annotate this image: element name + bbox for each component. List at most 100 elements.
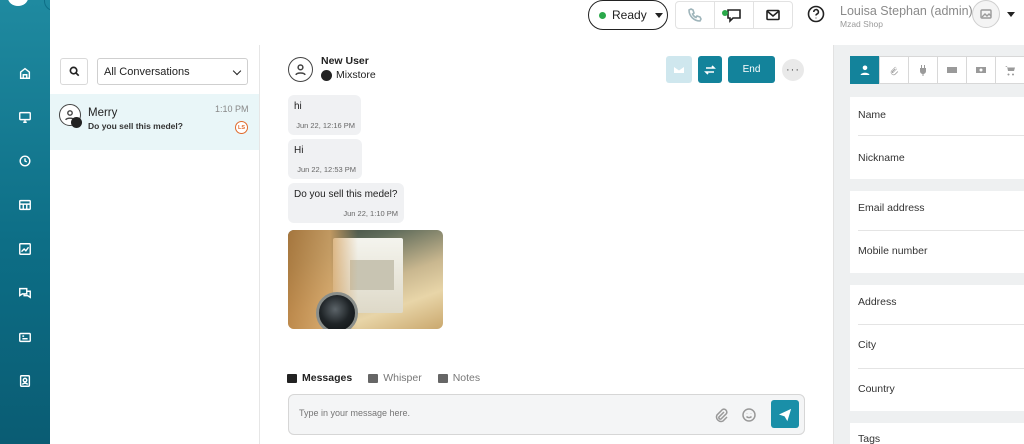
chat-user-avatar — [288, 57, 313, 82]
message-bubble: Hi Jun 22, 12:53 PM — [288, 139, 362, 179]
chat-online-dot — [722, 10, 728, 16]
contact-details-panel: Name Nickname Email address Mobile numbe… — [833, 45, 1024, 444]
tab-billing[interactable] — [937, 56, 967, 84]
cart-icon — [1005, 66, 1015, 76]
help-icon[interactable] — [807, 5, 825, 23]
caret-down-icon — [654, 12, 663, 18]
online-status-dot — [599, 11, 606, 19]
mail-icon — [674, 66, 684, 73]
user-name: Louisa Stephan (admin) — [840, 4, 973, 18]
tab-orders[interactable] — [995, 56, 1024, 84]
message-time: Jun 22, 1:10 PM — [343, 209, 398, 218]
tab-media[interactable] — [966, 56, 996, 84]
user-menu-caret-icon[interactable] — [1007, 12, 1015, 17]
avatar[interactable] — [972, 0, 1000, 28]
details-card-identity: Name Nickname — [850, 97, 1024, 179]
message-bubble: Do you sell this medel? Jun 22, 1:10 PM — [288, 183, 404, 223]
list-item[interactable]: Merry Do you sell this medel? 1:10 PM LS — [50, 94, 259, 150]
messages-icon[interactable] — [0, 278, 50, 308]
status-label: Ready — [612, 8, 647, 22]
end-chat-button[interactable]: End — [728, 56, 775, 83]
conversation-list-panel: All Conversations Merry Do you sell this… — [50, 45, 260, 444]
phone-channel-button[interactable] — [676, 2, 715, 28]
message-input[interactable] — [299, 408, 679, 418]
user-icon — [860, 65, 870, 75]
paperclip-icon[interactable] — [713, 407, 729, 423]
city-field[interactable]: City — [858, 339, 876, 351]
contact-card-icon[interactable] — [0, 366, 50, 396]
details-card-address: Address City Country — [850, 285, 1024, 411]
message-text: Hi — [294, 145, 304, 156]
message-image[interactable] — [288, 230, 443, 329]
send-button[interactable] — [771, 400, 799, 428]
email-channel-button[interactable] — [754, 2, 792, 28]
credit-card-icon — [947, 67, 957, 73]
attachment-icon — [890, 66, 899, 76]
message-preview: Do you sell this medel? — [88, 121, 183, 131]
tab-notes[interactable]: Notes — [437, 372, 480, 384]
app-root: Ready Louisa Stephan (admin) Mzad Shop A… — [0, 0, 1024, 444]
home-icon[interactable] — [0, 58, 50, 88]
agent-badge: LS — [235, 121, 248, 134]
user-shop: Mzad Shop — [840, 19, 883, 29]
chat-panel: New User Mixstore End ··· hi Jun 22, 12:… — [260, 45, 833, 444]
message-text: hi — [294, 101, 302, 112]
monitor-icon[interactable] — [0, 102, 50, 132]
message-time: Jun 22, 12:16 PM — [296, 121, 355, 130]
chat-icon — [287, 373, 297, 383]
contact-name: Merry — [88, 107, 118, 119]
mobile-field[interactable]: Mobile number — [858, 245, 927, 257]
composer-tabs: Messages Whisper Notes — [287, 372, 496, 384]
tab-contact-info[interactable] — [850, 56, 880, 84]
tab-integrations[interactable] — [908, 56, 938, 84]
country-field[interactable]: Country — [858, 383, 895, 395]
transfer-button[interactable] — [698, 56, 722, 83]
tab-messages[interactable]: Messages — [287, 372, 352, 384]
phone-icon — [688, 8, 702, 22]
dashboard-icon[interactable] — [0, 190, 50, 220]
watch-photo-subject — [316, 292, 358, 329]
message-time: Jun 22, 12:53 PM — [297, 165, 356, 174]
details-card-contact: Email address Mobile number — [850, 191, 1024, 273]
chat-channel: Mixstore — [321, 69, 376, 81]
clock-icon[interactable] — [0, 146, 50, 176]
nickname-field[interactable]: Nickname — [858, 152, 905, 164]
transfer-icon — [704, 64, 716, 75]
name-field[interactable]: Name — [858, 109, 886, 121]
message-text: Do you sell this medel? — [294, 189, 398, 200]
chat-user-name: New User — [321, 55, 369, 67]
email-field[interactable]: Email address — [858, 202, 925, 214]
tags-field[interactable]: Tags — [858, 433, 880, 444]
more-options-button[interactable]: ··· — [782, 59, 804, 81]
details-card-tags: Tags — [850, 423, 1024, 444]
conversation-filter-select[interactable]: All Conversations — [97, 58, 248, 85]
chat-channel-button[interactable] — [715, 2, 754, 28]
ticket-icon[interactable] — [0, 322, 50, 352]
tab-whisper[interactable]: Whisper — [368, 372, 422, 384]
details-tabs — [850, 56, 1024, 84]
analytics-icon[interactable] — [0, 234, 50, 264]
lock-icon — [368, 373, 379, 383]
web-channel-icon — [71, 117, 82, 128]
tab-attachments[interactable] — [879, 56, 909, 84]
conversation-time: 1:10 PM — [215, 104, 249, 114]
search-icon — [69, 66, 79, 77]
emoji-icon[interactable] — [741, 407, 757, 423]
message-bubble: hi Jun 22, 12:16 PM — [288, 95, 361, 135]
message-composer — [288, 394, 805, 435]
address-field[interactable]: Address — [858, 296, 897, 308]
status-dropdown[interactable]: Ready — [588, 0, 668, 30]
image-placeholder-icon — [980, 9, 992, 19]
send-email-button[interactable] — [666, 56, 692, 83]
channel-toggle-group — [675, 1, 793, 29]
top-bar: Ready Louisa Stephan (admin) Mzad Shop — [50, 0, 1024, 45]
person-icon — [295, 64, 306, 76]
conversation-filter-value: All Conversations — [104, 65, 190, 78]
send-icon — [778, 408, 791, 421]
chat-channel-name: Mixstore — [336, 69, 376, 81]
chevron-down-icon — [232, 66, 242, 76]
globe-icon — [321, 69, 332, 81]
search-button[interactable] — [60, 58, 88, 85]
note-icon — [437, 373, 448, 383]
chat-bubble-icon — [727, 9, 741, 23]
